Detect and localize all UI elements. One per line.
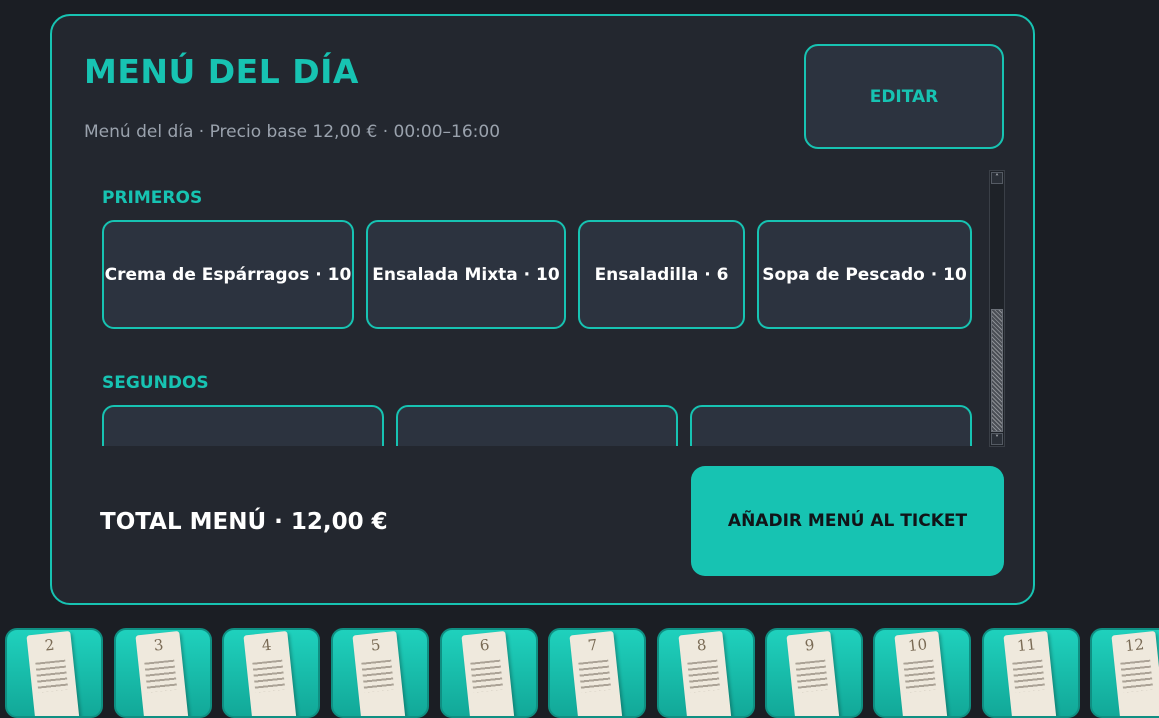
receipt-icon: 2 <box>26 630 80 716</box>
dish-card[interactable]: Sopa de Pescado · 10 <box>757 220 972 329</box>
receipt-icon: 9 <box>786 630 840 716</box>
receipt-icon: 7 <box>569 630 623 716</box>
ticket-tabs-bar: 2 3 4 5 6 7 8 9 10 11 12 <box>0 628 1159 718</box>
receipt-icon: 12 <box>1111 630 1159 716</box>
ticket-tab[interactable]: 3 <box>114 628 212 718</box>
ticket-tab[interactable]: 5 <box>331 628 429 718</box>
receipt-icon: 10 <box>894 630 948 716</box>
ticket-number: 6 <box>478 635 491 655</box>
dish-list[interactable]: PRIMEROS Crema de Espárragos · 10 Ensala… <box>102 171 972 446</box>
dish-list-scrollbar[interactable]: ˄ ˅ <box>989 170 1005 447</box>
ticket-tab[interactable]: 2 <box>5 628 103 718</box>
ticket-number: 9 <box>803 635 816 655</box>
ticket-number: 3 <box>152 635 165 655</box>
scroll-down-arrow-icon[interactable]: ˅ <box>991 433 1003 445</box>
receipt-icon: 8 <box>678 630 732 716</box>
ticket-tab[interactable]: 7 <box>548 628 646 718</box>
menu-subtitle: Menú del día · Precio base 12,00 € · 00:… <box>84 122 501 142</box>
ticket-tab[interactable]: 4 <box>222 628 320 718</box>
page-title: MENÚ DEL DÍA <box>84 52 359 91</box>
ticket-number: 2 <box>43 635 56 655</box>
dish-card[interactable]: Crema de Espárragos · 10 <box>102 220 354 329</box>
edit-button[interactable]: EDITAR <box>804 44 1004 149</box>
dish-card[interactable] <box>396 405 678 446</box>
ticket-tab[interactable]: 11 <box>982 628 1080 718</box>
add-menu-to-ticket-button[interactable]: AÑADIR MENÚ AL TICKET <box>691 466 1004 576</box>
dish-card[interactable]: Ensalada Mixta · 10 <box>366 220 566 329</box>
dish-card[interactable]: Ensaladilla · 6 <box>578 220 745 329</box>
ticket-tab[interactable]: 9 <box>765 628 863 718</box>
ticket-number: 12 <box>1124 635 1145 656</box>
ticket-number: 5 <box>369 635 382 655</box>
receipt-icon: 3 <box>135 630 189 716</box>
ticket-tab[interactable]: 8 <box>657 628 755 718</box>
dish-card[interactable] <box>690 405 972 446</box>
ticket-number: 11 <box>1016 635 1037 656</box>
ticket-tab[interactable]: 12 <box>1090 628 1159 718</box>
section-label-primeros: PRIMEROS <box>102 188 203 208</box>
receipt-icon: 11 <box>1003 630 1057 716</box>
receipt-icon: 4 <box>243 630 297 716</box>
menu-del-dia-panel: MENÚ DEL DÍA Menú del día · Precio base … <box>50 14 1035 605</box>
scrollbar-thumb[interactable] <box>991 309 1003 432</box>
ticket-number: 10 <box>907 635 928 656</box>
ticket-tab[interactable]: 10 <box>873 628 971 718</box>
dish-card[interactable] <box>102 405 384 446</box>
scroll-up-arrow-icon[interactable]: ˄ <box>991 172 1003 184</box>
ticket-number: 7 <box>586 635 599 655</box>
ticket-number: 4 <box>260 635 273 655</box>
receipt-icon: 6 <box>461 630 515 716</box>
ticket-tab[interactable]: 6 <box>440 628 538 718</box>
ticket-number: 8 <box>695 635 708 655</box>
menu-total: TOTAL MENÚ · 12,00 € <box>100 509 388 535</box>
section-label-segundos: SEGUNDOS <box>102 373 209 393</box>
receipt-icon: 5 <box>352 630 406 716</box>
